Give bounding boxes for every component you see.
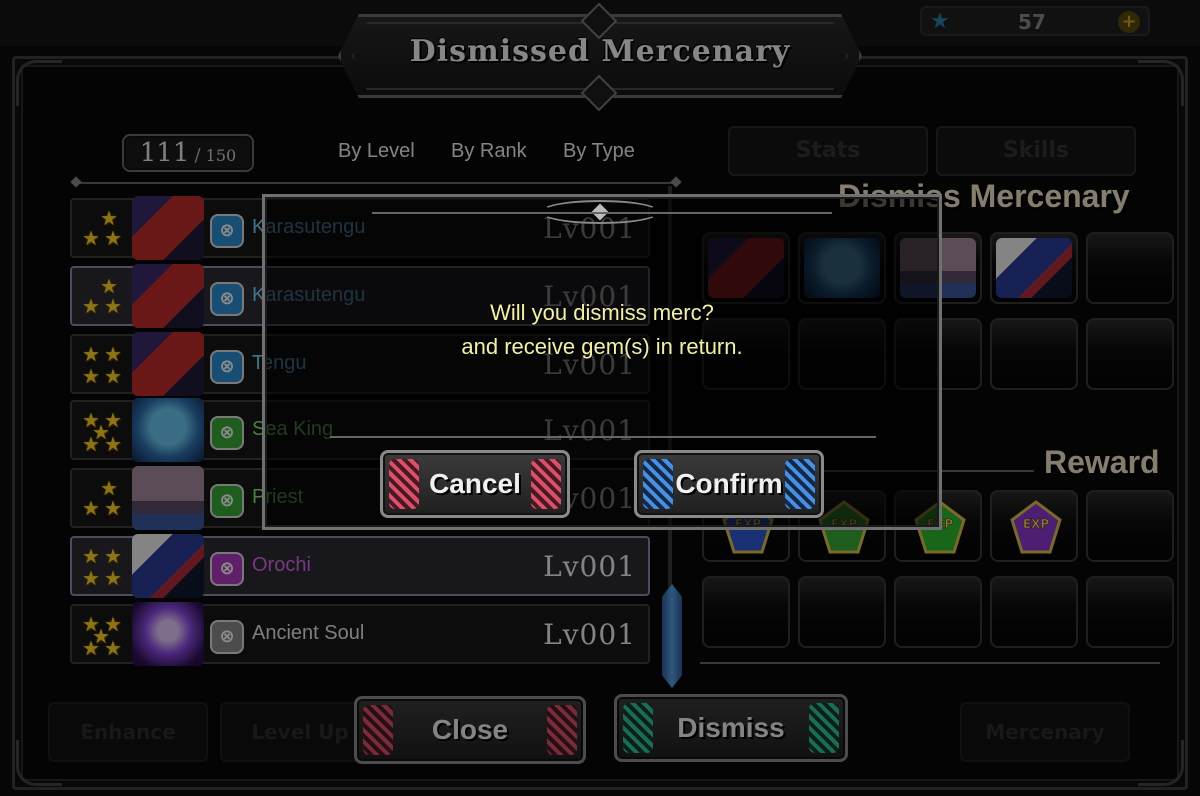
cancel-button-label: Cancel xyxy=(429,468,521,499)
cancel-button[interactable]: Cancel xyxy=(380,450,570,518)
dialog-message: Will you dismiss merc? and receive gem(s… xyxy=(262,296,942,364)
dialog-message-line-2: and receive gem(s) in return. xyxy=(461,334,743,359)
confirm-button[interactable]: Confirm xyxy=(634,450,824,518)
confirm-button-label: Confirm xyxy=(675,468,783,499)
knot-ornament xyxy=(389,459,419,509)
knot-ornament xyxy=(531,459,561,509)
dialog-divider-bottom xyxy=(330,436,876,438)
dialog-divider-top xyxy=(372,212,832,214)
dialog-message-line-1: Will you dismiss merc? xyxy=(490,300,714,325)
knot-ornament xyxy=(643,459,673,509)
knot-ornament xyxy=(785,459,815,509)
